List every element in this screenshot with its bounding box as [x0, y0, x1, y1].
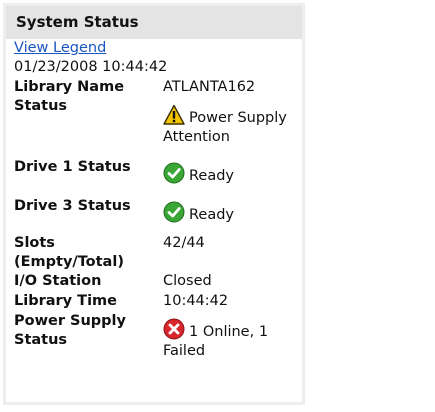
power-supply-value-cell: 1 Online, 1 Failed — [163, 312, 302, 361]
drive-3-value: Ready — [189, 207, 235, 223]
status-value-cell: Power Supply Attention — [163, 97, 302, 147]
check-icon — [163, 162, 185, 184]
library-time-value: 10:44:42 — [163, 293, 229, 309]
drive-1-value: Ready — [189, 168, 235, 184]
row-io-station: I/O Station Closed — [14, 272, 302, 292]
row-library-name: Library Name ATLANTA162 — [14, 78, 302, 97]
status-label: Status — [14, 98, 68, 114]
drive-1-label: Drive 1 Status — [14, 159, 131, 175]
view-legend-link[interactable]: View Legend — [14, 39, 302, 58]
power-supply-label: Power Supply Status — [14, 313, 126, 348]
row-power-supply: Power Supply Status 1 Online, 1 Failed — [14, 312, 302, 361]
row-status: Status Power Supply Attention — [14, 97, 302, 156]
drive-3-value-cell: Ready — [163, 197, 302, 225]
row-library-time: Library Time 10:44:42 — [14, 292, 302, 312]
drive-3-label: Drive 3 Status — [14, 198, 131, 214]
library-name-label: Library Name — [14, 79, 125, 95]
slots-value: 42/44 — [163, 235, 205, 251]
error-icon — [163, 318, 185, 340]
io-station-label: I/O Station — [14, 273, 102, 289]
row-slots: Slots (Empty/Total) 42/44 — [14, 234, 302, 272]
row-drive-1: Drive 1 Status Ready — [14, 156, 302, 195]
system-status-panel: System Status View Legend 01/23/2008 10:… — [0, 0, 435, 412]
row-drive-3: Drive 3 Status Ready — [14, 195, 302, 234]
library-time-label: Library Time — [14, 293, 117, 309]
panel-title: System Status — [6, 6, 302, 39]
check-icon — [163, 201, 185, 223]
status-body: View Legend 01/23/2008 10:44:42 Library … — [6, 39, 302, 361]
library-name-value: ATLANTA162 — [163, 79, 256, 95]
io-station-value: Closed — [163, 273, 212, 289]
slots-label: Slots (Empty/Total) — [14, 235, 124, 270]
status-frame: System Status View Legend 01/23/2008 10:… — [3, 3, 305, 405]
drive-1-value-cell: Ready — [163, 158, 302, 186]
status-timestamp: 01/23/2008 10:44:42 — [14, 59, 168, 75]
warning-icon — [163, 104, 185, 126]
